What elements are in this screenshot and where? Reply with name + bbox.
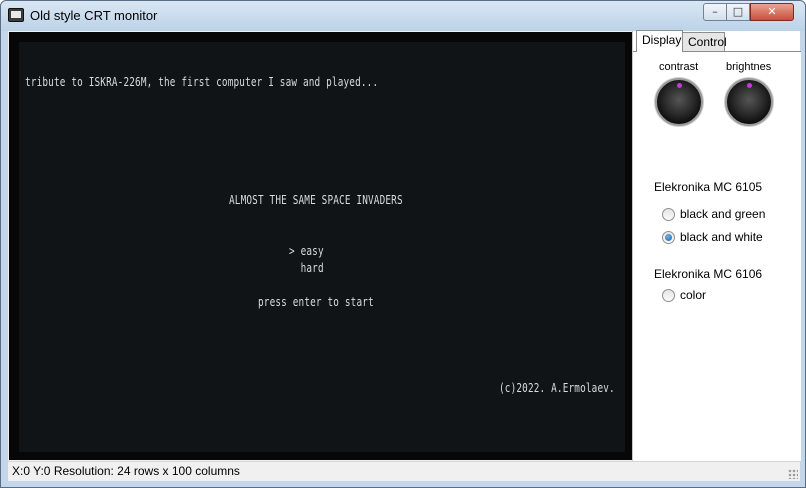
display-tab-panel: contrast brightnes Elekronika MC 6105 bl…: [633, 51, 801, 461]
status-bar: X:0 Y:0 Resolution: 24 rows x 100 column…: [8, 461, 800, 481]
menu-option-easy: > easy: [289, 244, 324, 258]
start-prompt: press enter to start: [258, 295, 374, 309]
radio-black-and-white[interactable]: [662, 231, 675, 244]
color-label[interactable]: color: [680, 288, 706, 302]
monitor-icon: [8, 8, 24, 22]
contrast-knob-icon[interactable]: [655, 78, 703, 126]
copyright-text: (c)2022. A.Ermolaev.: [499, 381, 615, 395]
brightness-label: brightnes: [726, 61, 772, 73]
crt-screen[interactable]: tribute to ISKRA-226M, the first compute…: [19, 42, 625, 452]
mc6106-group-label: Elekronika MC 6106: [654, 267, 763, 281]
settings-panel: Display Control contrast brightnes Elekr…: [632, 30, 801, 461]
radio-color[interactable]: [662, 289, 675, 302]
title-bar[interactable]: Old style CRT monitor – □ ✕: [1, 1, 805, 31]
game-title: ALMOST THE SAME SPACE INVADERS: [229, 193, 403, 207]
tribute-text: tribute to ISKRA-226M, the first compute…: [25, 75, 379, 89]
close-button[interactable]: ✕: [750, 3, 794, 21]
window-title: Old style CRT monitor: [30, 8, 158, 23]
menu-option-hard: hard: [289, 261, 324, 275]
status-text: X:0 Y:0 Resolution: 24 rows x 100 column…: [12, 464, 240, 478]
resize-grip-icon[interactable]: [788, 469, 798, 479]
knob-indicator-icon: [677, 83, 682, 88]
maximize-button[interactable]: □: [726, 3, 750, 21]
crt-display[interactable]: tribute to ISKRA-226M, the first compute…: [9, 32, 633, 460]
tab-control[interactable]: Control: [682, 32, 727, 52]
contrast-label: contrast: [659, 61, 699, 73]
minimize-button[interactable]: –: [703, 3, 727, 21]
black-and-green-label[interactable]: black and green: [680, 207, 765, 221]
radio-black-and-green[interactable]: [662, 208, 675, 221]
black-and-white-label[interactable]: black and white: [680, 230, 763, 244]
tab-display[interactable]: Display: [636, 30, 683, 52]
app-window: Old style CRT monitor – □ ✕ tribute to I…: [0, 0, 806, 488]
client-area: tribute to ISKRA-226M, the first compute…: [8, 30, 801, 481]
brightness-knob-icon[interactable]: [725, 78, 773, 126]
knob-indicator-icon: [747, 83, 752, 88]
mc6105-group-label: Elekronika MC 6105: [654, 180, 763, 194]
